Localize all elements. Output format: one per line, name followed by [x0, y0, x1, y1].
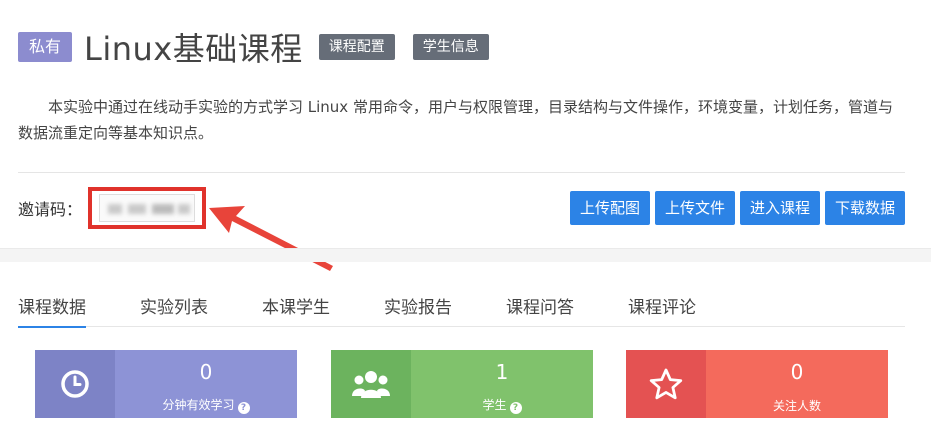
stat-body: 0 关注人数	[706, 350, 888, 418]
clock-icon	[35, 350, 115, 418]
stat-label: 学生?	[411, 396, 593, 414]
invite-code-label: 邀请码：	[18, 200, 83, 219]
users-icon	[331, 350, 411, 418]
stat-card-followers: 0 关注人数	[626, 350, 888, 418]
stat-value: 0	[199, 360, 213, 384]
stat-body: 1 学生?	[411, 350, 593, 418]
stat-body: 0 分钟有效学习?	[115, 350, 297, 418]
upload-image-button[interactable]: 上传配图	[569, 191, 650, 225]
invite-code-row: 邀请码：	[18, 187, 207, 229]
course-description: 本实验中通过在线动手实验的方式学习 Linux 常用命令，用户与权限管理，目录结…	[18, 98, 893, 142]
stat-value: 1	[495, 360, 509, 384]
enter-course-button[interactable]: 进入课程	[739, 191, 820, 225]
redacted-text	[178, 204, 191, 214]
course-header: 私有 Linux基础课程 课程配置 学生信息	[18, 26, 507, 68]
redacted-text	[152, 204, 175, 214]
private-badge: 私有	[18, 32, 73, 62]
tab-course-students[interactable]: 本课学生	[262, 289, 330, 327]
redacted-text	[108, 204, 123, 214]
tab-experiment-reports[interactable]: 实验报告	[384, 289, 452, 327]
stat-card-students: 1 学生?	[331, 350, 593, 418]
tab-course-qa[interactable]: 课程问答	[506, 289, 574, 327]
help-icon[interactable]: ?	[509, 402, 522, 414]
course-config-button[interactable]: 课程配置	[318, 34, 395, 60]
course-title: Linux基础课程	[84, 30, 303, 68]
invite-code-highlight	[88, 187, 207, 229]
stat-card-study-minutes: 0 分钟有效学习?	[35, 350, 297, 418]
stat-label: 分钟有效学习?	[115, 396, 297, 414]
star-icon	[626, 350, 706, 418]
upload-file-button[interactable]: 上传文件	[654, 191, 735, 225]
course-tabs: 课程数据 实验列表 本课学生 实验报告 课程问答 课程评论	[18, 289, 905, 328]
download-data-button[interactable]: 下载数据	[824, 191, 905, 225]
course-actions: 上传配图 上传文件 进入课程 下载数据	[565, 191, 905, 225]
invite-code-field[interactable]	[99, 194, 196, 222]
tab-course-data[interactable]: 课程数据	[18, 289, 86, 328]
help-icon[interactable]: ?	[237, 402, 250, 414]
section-separator	[0, 248, 931, 262]
student-info-button[interactable]: 学生信息	[412, 34, 489, 60]
tab-experiment-list[interactable]: 实验列表	[140, 289, 208, 327]
stat-label: 关注人数	[772, 399, 821, 413]
divider	[18, 172, 905, 173]
tab-course-comments[interactable]: 课程评论	[628, 289, 696, 327]
stat-value: 0	[790, 360, 804, 384]
redacted-text	[128, 204, 147, 214]
